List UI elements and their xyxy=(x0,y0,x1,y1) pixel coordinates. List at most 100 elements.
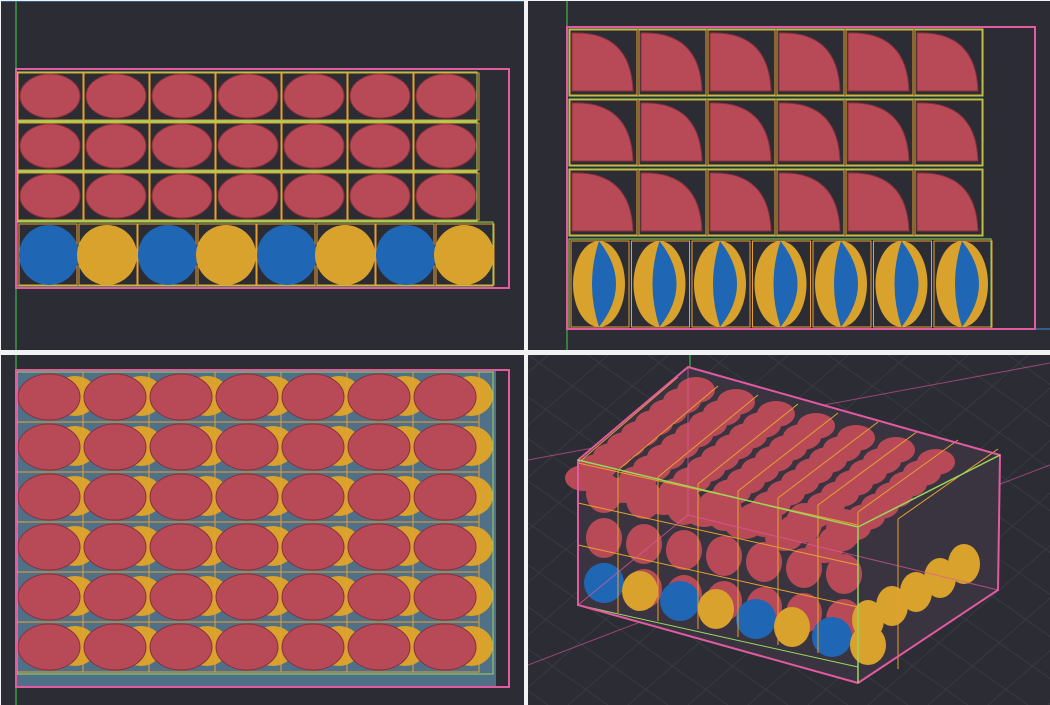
red-disc-part xyxy=(281,473,345,521)
red-disc-part xyxy=(586,473,622,513)
red-disc-part xyxy=(571,32,634,92)
red-disc-part xyxy=(413,473,477,521)
yellow-hemisphere-part xyxy=(622,571,658,611)
red-disc-part xyxy=(571,172,634,232)
red-disc-part xyxy=(826,554,862,594)
red-disc-part xyxy=(347,573,411,621)
red-disc-part xyxy=(349,73,411,119)
yellow-hemisphere-part xyxy=(948,544,980,584)
red-disc-part xyxy=(19,73,81,119)
yellow-hemisphere-part xyxy=(77,225,137,285)
red-disc-part xyxy=(83,573,147,621)
yellow-hemisphere-part xyxy=(774,607,810,647)
front-view-scene xyxy=(1,1,524,350)
blue-hemisphere-part xyxy=(257,225,317,285)
red-disc-part xyxy=(571,102,634,162)
red-disc-part xyxy=(709,102,772,162)
red-disc-part xyxy=(215,373,279,421)
red-disc-part xyxy=(151,73,213,119)
red-disc-part xyxy=(17,573,81,621)
red-disc-part xyxy=(706,491,742,531)
red-disc-part xyxy=(786,503,822,543)
red-disc-part xyxy=(85,73,147,119)
red-disc-part xyxy=(746,497,782,537)
red-disc-part xyxy=(281,373,345,421)
red-disc-part xyxy=(149,523,213,571)
red-disc-part xyxy=(83,473,147,521)
red-disc-part xyxy=(916,32,979,92)
red-disc-part xyxy=(413,523,477,571)
red-disc-part xyxy=(283,173,345,219)
red-disc-part xyxy=(347,623,411,671)
red-disc-part xyxy=(778,172,841,232)
red-disc-part xyxy=(415,123,477,169)
red-disc-part xyxy=(666,485,702,525)
blue-hemisphere-part xyxy=(736,599,776,639)
red-disc-part xyxy=(847,32,910,92)
red-disc-part xyxy=(283,73,345,119)
yellow-hemisphere-part xyxy=(434,225,494,285)
red-disc-part xyxy=(149,573,213,621)
top-view-viewport[interactable] xyxy=(1,355,524,705)
red-disc-part xyxy=(17,373,81,421)
red-disc-part xyxy=(847,102,910,162)
red-disc-part xyxy=(847,172,910,232)
red-disc-part xyxy=(83,523,147,571)
red-disc-part xyxy=(215,573,279,621)
front-view-viewport[interactable] xyxy=(1,1,524,350)
red-disc-part xyxy=(413,573,477,621)
red-disc-part xyxy=(586,518,622,558)
red-disc-part xyxy=(151,173,213,219)
red-disc-part xyxy=(149,423,213,471)
red-disc-part xyxy=(640,172,703,232)
grid-line xyxy=(1007,355,1050,386)
red-disc-part xyxy=(916,172,979,232)
red-disc-part xyxy=(778,32,841,92)
red-disc-part xyxy=(281,573,345,621)
red-disc-part xyxy=(349,173,411,219)
red-disc-part xyxy=(215,523,279,571)
red-disc-part xyxy=(281,423,345,471)
red-disc-part xyxy=(215,623,279,671)
red-disc-part xyxy=(85,173,147,219)
red-disc-part xyxy=(347,523,411,571)
red-disc-part xyxy=(17,623,81,671)
blue-hemisphere-part xyxy=(660,581,700,621)
red-disc-part xyxy=(17,523,81,571)
red-disc-part xyxy=(706,536,742,576)
perspective-view-scene xyxy=(528,355,1050,705)
red-disc-part xyxy=(778,102,841,162)
red-disc-part xyxy=(826,509,862,549)
red-disc-part xyxy=(347,423,411,471)
red-disc-part xyxy=(413,423,477,471)
red-disc-part xyxy=(149,623,213,671)
side-view-scene xyxy=(566,1,1050,350)
red-disc-part xyxy=(666,530,702,570)
red-disc-part xyxy=(217,73,279,119)
red-disc-part xyxy=(19,173,81,219)
blue-hemisphere-part xyxy=(376,225,436,285)
yellow-hemisphere-part xyxy=(315,225,375,285)
side-view-viewport[interactable] xyxy=(528,1,1050,350)
yellow-hemisphere-part xyxy=(698,589,734,629)
viewport-grid xyxy=(0,0,1050,705)
red-disc-part xyxy=(415,73,477,119)
red-disc-part xyxy=(83,423,147,471)
red-disc-part xyxy=(17,423,81,471)
red-disc-part xyxy=(626,524,662,564)
red-disc-part xyxy=(640,102,703,162)
blue-hemisphere-part xyxy=(19,225,79,285)
yellow-hemisphere-part xyxy=(196,225,256,285)
red-disc-part xyxy=(215,473,279,521)
red-disc-part xyxy=(83,623,147,671)
red-disc-part xyxy=(349,123,411,169)
perspective-view-viewport[interactable] xyxy=(528,355,1050,705)
red-disc-part xyxy=(640,32,703,92)
red-disc-part xyxy=(413,373,477,421)
red-disc-part xyxy=(786,548,822,588)
red-disc-part xyxy=(746,542,782,582)
red-disc-part xyxy=(281,523,345,571)
red-disc-part xyxy=(217,173,279,219)
red-disc-part xyxy=(85,123,147,169)
red-disc-part xyxy=(149,373,213,421)
